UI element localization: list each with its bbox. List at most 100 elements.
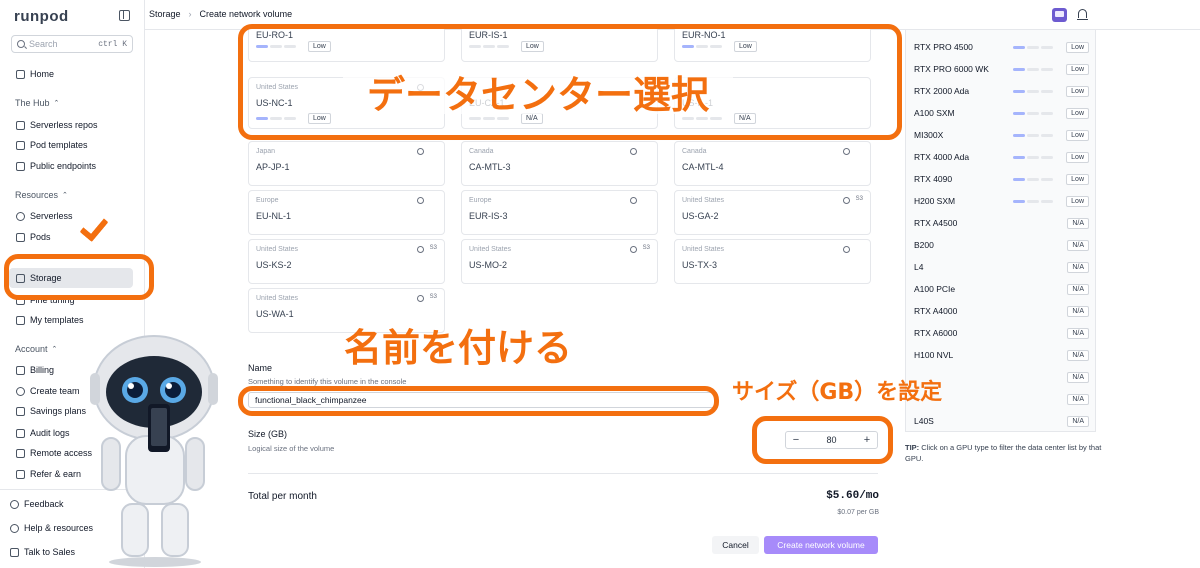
decrement-button[interactable]: −: [786, 434, 806, 446]
sidebar-item-pods[interactable]: Pods: [16, 230, 51, 244]
chat-icon: [10, 547, 19, 557]
sidebar-item-refer-earn[interactable]: Refer & earn: [16, 467, 81, 481]
volume-name-input[interactable]: functional_black_chimpanzee: [248, 392, 717, 408]
datacenter-name: US-NC-1: [256, 98, 293, 108]
datacenter-name: EUR-IS-3: [469, 211, 508, 221]
tip-text: Click on a GPU type to filter the data c…: [905, 443, 1102, 463]
availability-bars: [256, 45, 296, 48]
sidebar-section-resources[interactable]: Resources ⌃: [15, 190, 68, 200]
sidebar-item-audit-logs[interactable]: Audit logs: [16, 426, 70, 440]
availability-badge: Low: [1066, 151, 1089, 163]
availability-bar: [1027, 111, 1039, 115]
gpu-filter-item[interactable]: MI300X Low: [914, 127, 1089, 143]
datacenter-card[interactable]: United States US-KS-2 S3: [248, 239, 445, 284]
gpu-filter-item[interactable]: L4 N/A: [914, 259, 1089, 275]
sidebar-item-talk-to-sales[interactable]: Talk to Sales: [10, 545, 75, 559]
datacenter-region: Europe: [469, 197, 492, 204]
size-value[interactable]: 80: [806, 435, 857, 445]
gpu-name: L4: [914, 262, 924, 272]
gpu-filter-item[interactable]: B200 N/A: [914, 237, 1089, 253]
create-network-volume-button[interactable]: Create network volume: [764, 536, 878, 554]
sidebar-item-public-endpoints[interactable]: Public endpoints: [16, 159, 96, 173]
availability-bars: [1013, 155, 1053, 159]
sidebar-item-label: Storage: [30, 273, 62, 283]
availability-bar: [1041, 177, 1053, 181]
cancel-button[interactable]: Cancel: [712, 536, 759, 554]
sidebar-section-hub[interactable]: The Hub ⌃: [15, 98, 59, 108]
sidebar-section-account[interactable]: Account ⌃: [15, 344, 57, 354]
availability-bar: [270, 45, 282, 48]
datacenter-card[interactable]: United States US-TX-3: [674, 239, 871, 284]
team-icon: [16, 386, 25, 396]
gpu-filter-item[interactable]: RTX A4000 N/A: [914, 303, 1089, 319]
sidebar-item-label: Feedback: [24, 499, 64, 509]
sidebar-toggle-icon[interactable]: [119, 10, 130, 21]
chevron-right-icon: ›: [188, 9, 192, 19]
datacenter-region: Canada: [469, 148, 494, 155]
sidebar-item-feedback[interactable]: Feedback: [10, 497, 64, 511]
sidebar-item-storage[interactable]: Storage: [9, 268, 133, 288]
sidebar-item-billing[interactable]: Billing: [16, 363, 54, 377]
bell-icon[interactable]: [1077, 9, 1088, 20]
breadcrumb-storage[interactable]: Storage: [149, 9, 181, 19]
availability-badge: N/A: [1067, 349, 1089, 361]
gpu-filter-item[interactable]: RTX PRO 6000 WK Low: [914, 61, 1089, 77]
availability-bars: [682, 45, 722, 48]
size-label: Size (GB): [248, 429, 288, 439]
gpu-filter-item[interactable]: A100 SXM Low: [914, 105, 1089, 121]
gpu-filter-item[interactable]: RTX A6000 N/A: [914, 325, 1089, 341]
sidebar-item-label: Audit logs: [30, 428, 70, 438]
availability-bar: [1013, 155, 1025, 159]
search-input[interactable]: Search ctrl K: [11, 35, 133, 53]
availability-bar: [1041, 111, 1053, 115]
datacenter-card[interactable]: Europe EU-NL-1: [248, 190, 445, 235]
increment-button[interactable]: +: [857, 434, 877, 446]
datacenter-card[interactable]: EU-RO-1 Low: [248, 26, 445, 62]
gpu-filter-item[interactable]: H200 SXM Low: [914, 193, 1089, 209]
gpu-filter-item[interactable]: RTX 4000 Ada Low: [914, 149, 1089, 165]
runpod-logo[interactable]: runpod: [14, 8, 69, 25]
chevron-up-icon: ⌃: [51, 346, 58, 353]
gpu-name: L40S: [914, 416, 934, 426]
sidebar-item-create-team[interactable]: Create team: [16, 384, 80, 398]
datacenter-card[interactable]: Canada CA-MTL-3: [461, 141, 658, 186]
availability-badge: Low: [521, 41, 544, 52]
gpu-filter-item[interactable]: RTX 4090 Low: [914, 171, 1089, 187]
availability-bar: [284, 117, 296, 120]
datacenter-card[interactable]: Europe EUR-IS-3: [461, 190, 658, 235]
availability-bar: [1041, 45, 1053, 49]
sidebar-item-serverless-repos[interactable]: Serverless repos: [16, 118, 98, 132]
availability-bar: [1027, 177, 1039, 181]
availability-badge: Low: [1066, 173, 1089, 185]
sidebar-item-label: Refer & earn: [30, 469, 82, 479]
datacenter-card[interactable]: EUR-IS-1 Low: [461, 26, 658, 62]
gpu-name: RTX 4090: [914, 174, 953, 184]
sidebar-item-label: My templates: [30, 315, 84, 325]
availability-badge: Low: [1066, 129, 1089, 141]
gpu-filter-item[interactable]: RTX A4500 N/A: [914, 215, 1089, 231]
sidebar-item-home[interactable]: Home: [16, 67, 54, 81]
gpu-filter-item[interactable]: L40S N/A: [914, 413, 1089, 429]
availability-badge: Low: [1066, 107, 1089, 119]
datacenter-name: AP-JP-1: [256, 162, 290, 172]
availability-bar: [1013, 45, 1025, 49]
datacenter-card[interactable]: United States US-GA-2 S3: [674, 190, 871, 235]
datacenter-card[interactable]: EUR-NO-1 Low: [674, 26, 871, 62]
gpu-name: RTX 4000 Ada: [914, 152, 970, 162]
sidebar-item-pod-templates[interactable]: Pod templates: [16, 138, 88, 152]
template-icon: [16, 140, 25, 150]
datacenter-card[interactable]: Canada CA-MTL-4: [674, 141, 871, 186]
sidebar-item-savings-plans[interactable]: Savings plans: [16, 404, 86, 418]
availability-bar: [1013, 177, 1025, 181]
datacenter-card[interactable]: Japan AP-JP-1: [248, 141, 445, 186]
gpu-filter-item[interactable]: RTX 2000 Ada Low: [914, 83, 1089, 99]
sidebar-item-my-templates[interactable]: My templates: [16, 313, 84, 327]
gpu-filter-item[interactable]: H100 NVL N/A: [914, 347, 1089, 363]
datacenter-card[interactable]: United States US-MO-2 S3: [461, 239, 658, 284]
sidebar-item-fine-tuning[interactable]: Fine tuning: [16, 293, 75, 307]
avatar[interactable]: [1052, 8, 1067, 22]
gpu-filter-item[interactable]: A100 PCIe N/A: [914, 281, 1089, 297]
gpu-filter-item[interactable]: RTX PRO 4500 Low: [914, 39, 1089, 55]
availability-badge: Low: [1066, 85, 1089, 97]
sidebar-item-serverless[interactable]: Serverless: [16, 209, 73, 223]
